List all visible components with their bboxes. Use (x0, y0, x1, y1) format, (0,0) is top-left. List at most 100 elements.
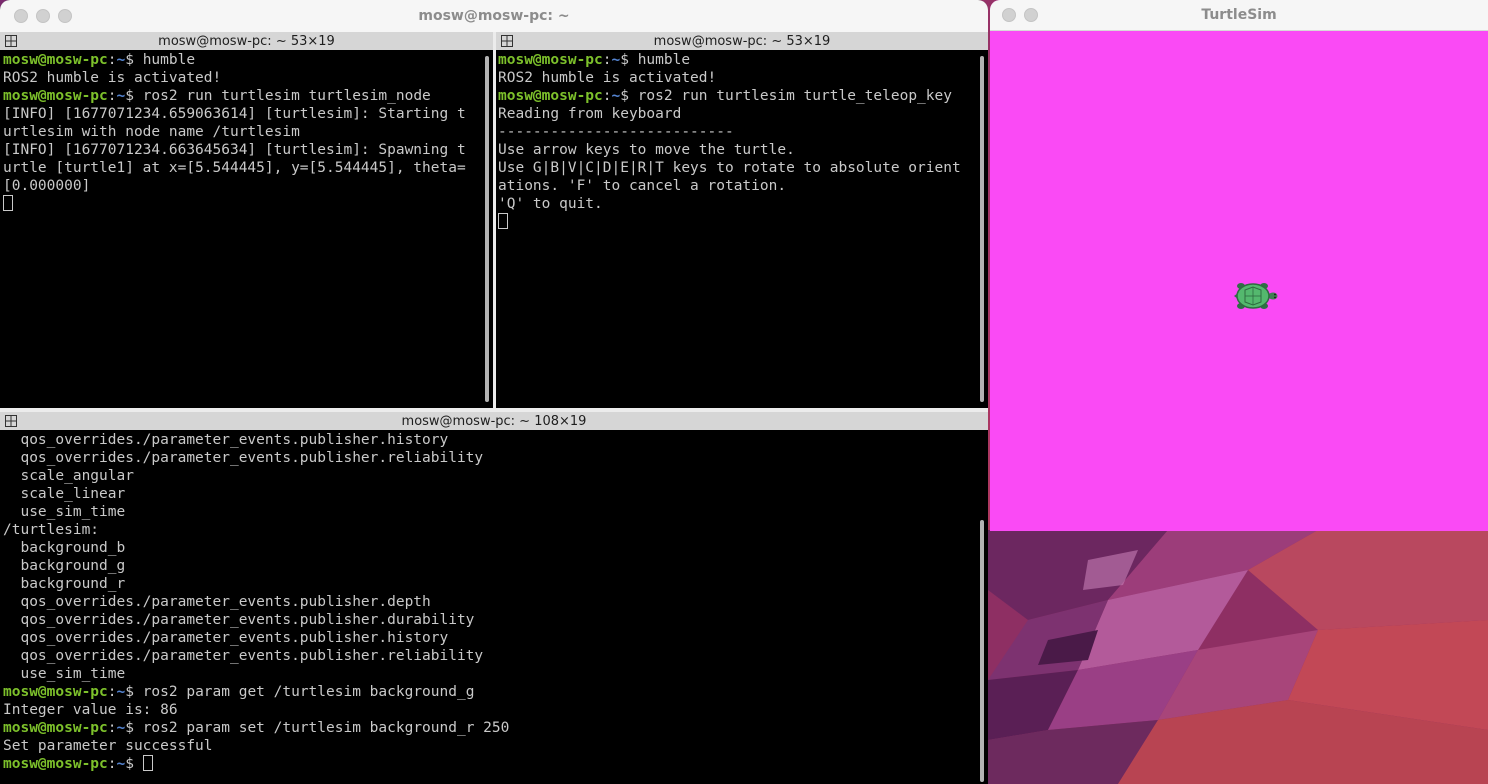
terminal-window[interactable]: mosw@mosw-pc: ~ mosw@mosw-pc: ~ 53×19 mo… (0, 0, 988, 784)
terminal-line: Use arrow keys to move the turtle. (498, 141, 978, 159)
prompt-path: ~ (611, 52, 621, 68)
prompt-user-host: mosw@mosw-pc (498, 88, 603, 104)
prompt-separator: : (107, 720, 117, 736)
output-text: urtle [turtle1] at x=[5.544445], y=[5.54… (3, 160, 466, 176)
prompt-path: ~ (116, 52, 126, 68)
terminal-line: mosw@mosw-pc:~$ ros2 run turtlesim turtl… (3, 87, 483, 105)
scrollbar[interactable] (980, 56, 984, 402)
terminal-titlebar[interactable]: mosw@mosw-pc: ~ (0, 0, 988, 33)
prompt-user-host: mosw@mosw-pc (3, 88, 108, 104)
output-text: qos_overrides./parameter_events.publishe… (3, 648, 484, 664)
prompt-path: ~ (611, 88, 621, 104)
output-text: ROS2 humble is activated! (3, 70, 222, 86)
output-text: use_sim_time (3, 504, 126, 520)
terminal-line: 'Q' to quit. (498, 195, 978, 213)
minimize-window-button[interactable] (1024, 8, 1038, 22)
pane-header: mosw@mosw-pc: ~ 53×19 (0, 32, 493, 50)
terminal-line: mosw@mosw-pc:~$ ros2 param get /turtlesi… (3, 683, 978, 701)
terminal-line: use_sim_time (3, 665, 978, 683)
prompt-separator: : (107, 684, 117, 700)
prompt-separator: : (602, 88, 612, 104)
pane-title: mosw@mosw-pc: ~ 53×19 (653, 33, 831, 49)
output-text: /turtlesim: (3, 522, 100, 538)
prompt-separator: : (107, 756, 117, 772)
output-text: Use arrow keys to move the turtle. (498, 142, 795, 158)
pane-header: mosw@mosw-pc: ~ 108×19 (0, 412, 988, 430)
output-text: 'Q' to quit. (498, 196, 603, 212)
terminal-line: mosw@mosw-pc:~$ ros2 run turtlesim turtl… (498, 87, 978, 105)
maximize-window-button[interactable] (58, 9, 72, 23)
turtlesim-window-title: TurtleSim (1201, 7, 1277, 23)
close-window-button[interactable] (14, 9, 28, 23)
terminal-line: urtle [turtle1] at x=[5.544445], y=[5.54… (3, 159, 483, 177)
output-text: [INFO] [1677071234.663645634] [turtlesim… (3, 142, 466, 158)
terminal-line: Use G|B|V|C|D|E|R|T keys to rotate to ab… (498, 159, 978, 177)
output-text: scale_linear (3, 486, 126, 502)
terminal-line: ROS2 humble is activated! (498, 69, 978, 87)
prompt-user-host: mosw@mosw-pc (3, 756, 108, 772)
scrollbar[interactable] (485, 56, 489, 402)
prompt-path: ~ (116, 684, 126, 700)
output-text: ations. 'F' to cancel a rotation. (498, 178, 787, 194)
pane-menu-icon[interactable] (5, 415, 17, 427)
prompt-user-host: mosw@mosw-pc (498, 52, 603, 68)
terminal-line: Set parameter successful (3, 737, 978, 755)
terminal-pane-params[interactable]: mosw@mosw-pc: ~ 108×19 qos_overrides./pa… (0, 412, 988, 784)
output-text: Use G|B|V|C|D|E|R|T keys to rotate to ab… (498, 160, 961, 176)
turtlesim-canvas[interactable] (990, 31, 1488, 531)
command-text: $ ros2 run turtlesim turtle_teleop_key (620, 88, 952, 104)
output-text: ROS2 humble is activated! (498, 70, 717, 86)
command-text: $ (125, 756, 143, 772)
minimize-window-button[interactable] (36, 9, 50, 23)
terminal-window-title: mosw@mosw-pc: ~ (418, 8, 570, 24)
prompt-user-host: mosw@mosw-pc (3, 720, 108, 736)
prompt-path: ~ (116, 720, 126, 736)
turtlesim-titlebar[interactable]: TurtleSim (990, 0, 1488, 31)
output-text: qos_overrides./parameter_events.publishe… (3, 612, 475, 628)
terminal-line: ations. 'F' to cancel a rotation. (498, 177, 978, 195)
terminal-line: mosw@mosw-pc:~$ humble (498, 51, 978, 69)
prompt-separator: : (107, 52, 117, 68)
terminal-pane-turtlesim-node[interactable]: mosw@mosw-pc: ~ 53×19 mosw@mosw-pc:~$ hu… (0, 32, 493, 408)
scrollbar[interactable] (980, 520, 984, 782)
terminal-line: qos_overrides./parameter_events.publishe… (3, 593, 978, 611)
output-text: qos_overrides./parameter_events.publishe… (3, 630, 449, 646)
close-window-button[interactable] (1002, 8, 1016, 22)
terminal-line: Reading from keyboard (498, 105, 978, 123)
terminal-output[interactable]: mosw@mosw-pc:~$ humble ROS2 humble is act… (3, 51, 483, 408)
terminal-output[interactable]: qos_overrides./parameter_events.publishe… (3, 431, 978, 784)
prompt-user-host: mosw@mosw-pc (3, 52, 108, 68)
turtle-icon (1234, 283, 1278, 309)
terminal-line: qos_overrides./parameter_events.publishe… (3, 647, 978, 665)
terminal-line: /turtlesim: (3, 521, 978, 539)
command-text: $ humble (125, 52, 196, 68)
output-text: background_b (3, 540, 126, 556)
output-text: use_sim_time (3, 666, 126, 682)
output-text: --------------------------- (498, 124, 734, 140)
terminal-line: Integer value is: 86 (3, 701, 978, 719)
pane-menu-icon[interactable] (5, 35, 17, 47)
terminal-cursor (498, 213, 508, 229)
terminal-line: --------------------------- (498, 123, 978, 141)
pane-title: mosw@mosw-pc: ~ 53×19 (158, 33, 335, 49)
terminal-line: scale_linear (3, 485, 978, 503)
terminal-cursor (3, 195, 13, 211)
terminal-pane-teleop-key[interactable]: mosw@mosw-pc: ~ 53×19 mosw@mosw-pc:~$ hu… (496, 32, 988, 408)
terminal-line: mosw@mosw-pc:~$ (3, 755, 978, 773)
output-text: qos_overrides./parameter_events.publishe… (3, 432, 449, 448)
terminal-output[interactable]: mosw@mosw-pc:~$ humble ROS2 humble is act… (498, 51, 978, 408)
terminal-line: qos_overrides./parameter_events.publishe… (3, 611, 978, 629)
terminal-line: scale_angular (3, 467, 978, 485)
prompt-separator: : (602, 52, 612, 68)
terminal-line: urtlesim with node name /turtlesim (3, 123, 483, 141)
terminal-line: qos_overrides./parameter_events.publishe… (3, 431, 978, 449)
prompt-path: ~ (116, 88, 126, 104)
pane-title: mosw@mosw-pc: ~ 108×19 (401, 413, 587, 429)
prompt-user-host: mosw@mosw-pc (3, 684, 108, 700)
output-text: background_r (3, 576, 126, 592)
terminal-line: qos_overrides./parameter_events.publishe… (3, 629, 978, 647)
turtlesim-window[interactable]: TurtleSim (990, 0, 1488, 531)
terminal-cursor (142, 755, 153, 771)
output-text: urtlesim with node name /turtlesim (3, 124, 300, 140)
pane-menu-icon[interactable] (501, 35, 513, 47)
